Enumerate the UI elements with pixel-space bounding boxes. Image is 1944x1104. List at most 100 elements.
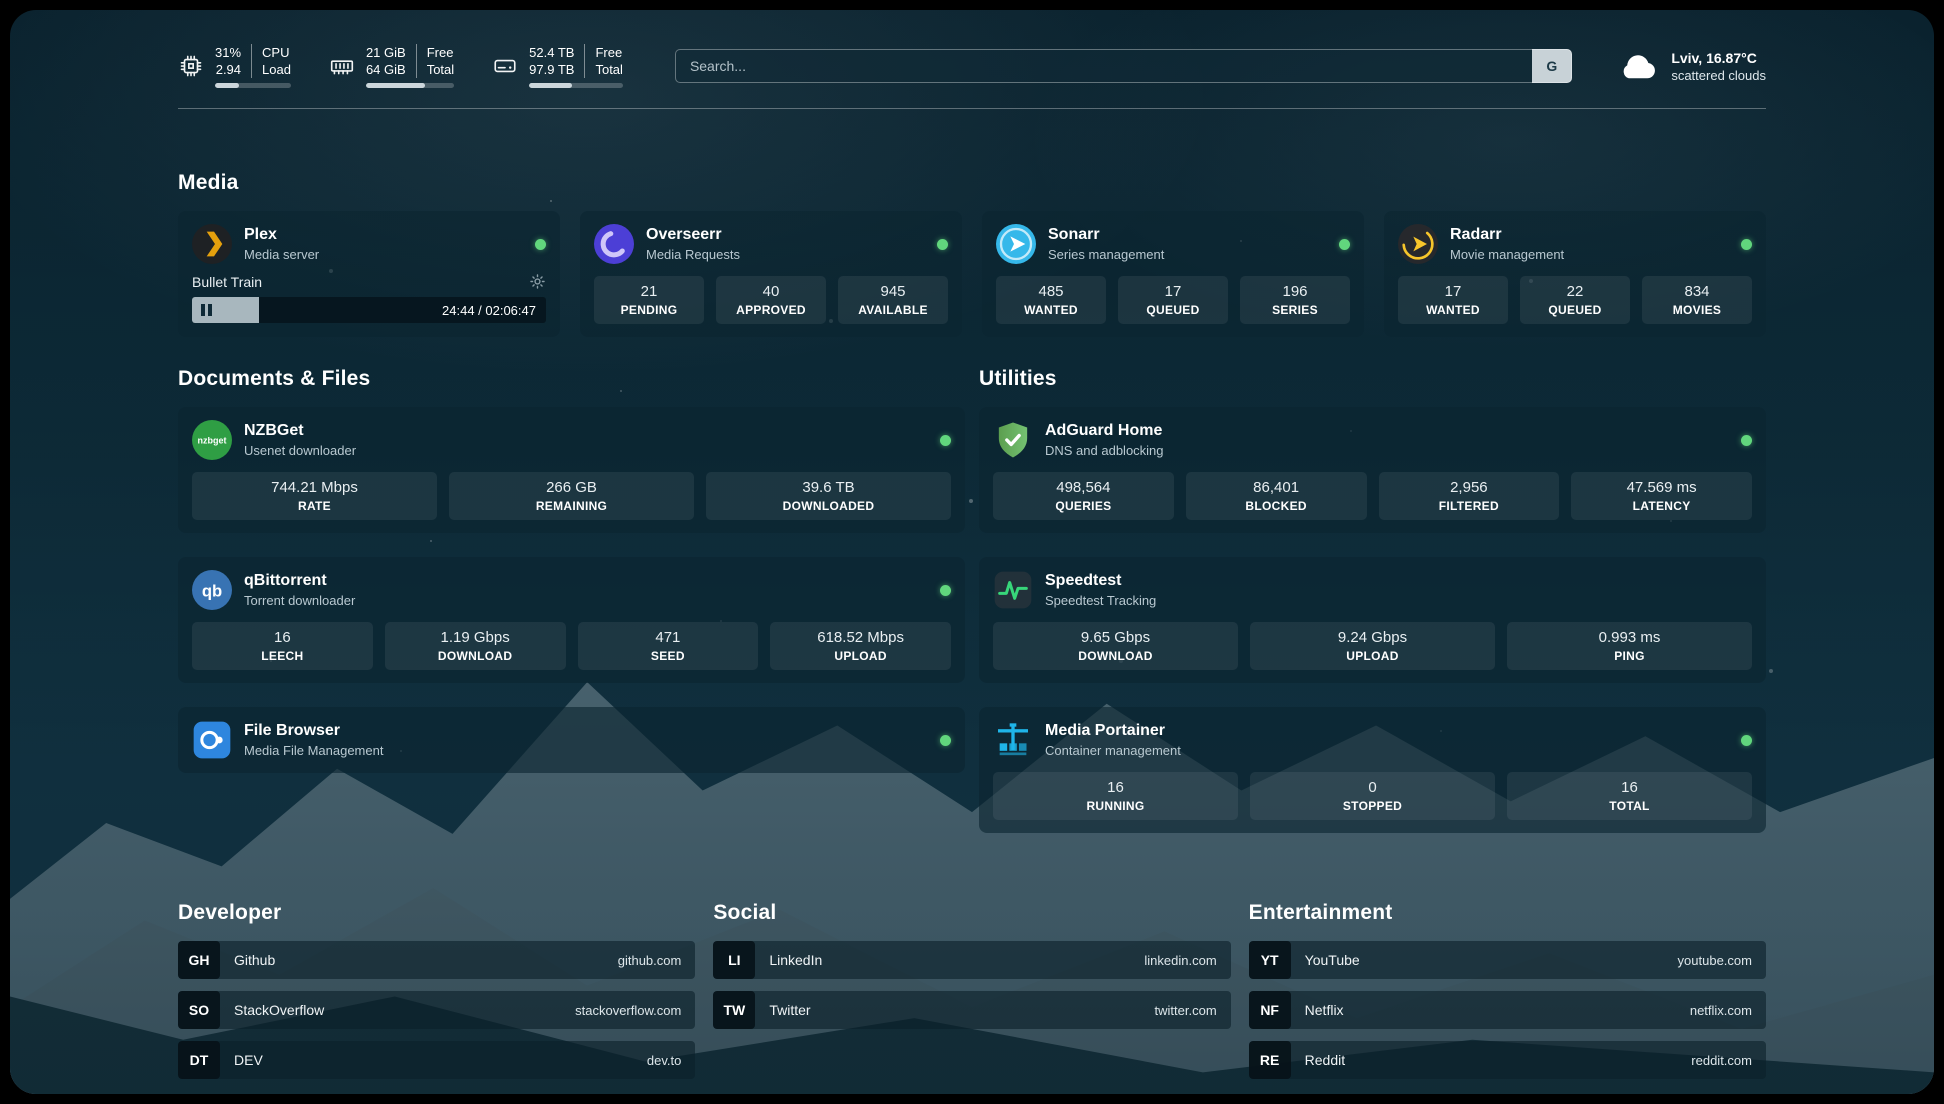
bookmark-abbr: TW <box>713 991 755 1029</box>
cpu-percent: 31% <box>215 44 241 61</box>
stat-pending: 21PENDING <box>594 276 704 324</box>
weather-location: Lviv, 16.87°C <box>1671 50 1766 66</box>
bookmark-stackoverflow[interactable]: SO StackOverflow stackoverflow.com <box>178 991 695 1029</box>
radarr-card[interactable]: Radarr Movie management 17WANTED 22QUEUE… <box>1384 211 1766 337</box>
stat-download: 9.65 GbpsDOWNLOAD <box>993 622 1238 670</box>
adguard-card[interactable]: AdGuard Home DNS and adblocking 498,564Q… <box>979 407 1766 533</box>
search-input[interactable] <box>675 49 1532 83</box>
portainer-card[interactable]: Media Portainer Container management 16R… <box>979 707 1766 833</box>
bookmark-reddit[interactable]: RE Reddit reddit.com <box>1249 1041 1766 1079</box>
nzbget-icon: nzbget <box>192 420 232 460</box>
status-dot <box>1339 239 1350 250</box>
sonarr-icon <box>996 224 1036 264</box>
utilities-column: Utilities AdGuard Home DNS and adblockin… <box>979 367 1766 857</box>
bookmark-url: twitter.com <box>1155 1003 1217 1018</box>
stat-wanted: 485WANTED <box>996 276 1106 324</box>
adguard-shield-icon <box>993 420 1033 460</box>
qbittorrent-card[interactable]: qb qBittorrent Torrent downloader 16LEEC… <box>178 557 965 683</box>
bookmark-dev[interactable]: DT DEV dev.to <box>178 1041 695 1079</box>
playback-time: 24:44 / 02:06:47 <box>442 303 536 318</box>
bookmark-youtube[interactable]: YT YouTube youtube.com <box>1249 941 1766 979</box>
bookmark-netflix[interactable]: NF Netflix netflix.com <box>1249 991 1766 1029</box>
disk-free-label: Free <box>595 44 622 61</box>
stat-downloaded: 39.6 TBDOWNLOADED <box>706 472 951 520</box>
qbittorrent-icon: qb <box>192 570 232 610</box>
bookmark-group-developer: Developer GH Github github.com SO StackO… <box>178 901 695 1091</box>
card-subtitle: Media Requests <box>646 247 740 262</box>
nzbget-card[interactable]: nzbget NZBGet Usenet downloader 744.21 M… <box>178 407 965 533</box>
status-dot <box>1741 435 1752 446</box>
status-dot <box>1741 239 1752 250</box>
status-dot <box>940 735 951 746</box>
bookmark-name: YouTube <box>1305 952 1360 968</box>
speedtest-card[interactable]: Speedtest Speedtest Tracking 9.65 GbpsDO… <box>979 557 1766 683</box>
filebrowser-card[interactable]: File Browser Media File Management <box>178 707 965 773</box>
disk-widget: 52.4 TB 97.9 TB Free Total <box>492 44 623 88</box>
disk-free: 52.4 TB <box>529 44 574 61</box>
speedtest-icon <box>993 570 1033 610</box>
card-subtitle: Movie management <box>1450 247 1564 262</box>
svg-text:qb: qb <box>202 582 222 601</box>
svg-text:nzbget: nzbget <box>198 435 227 445</box>
section-title-documents: Documents & Files <box>178 367 965 391</box>
stat-queued: 17QUEUED <box>1118 276 1228 324</box>
stat-movies: 834MOVIES <box>1642 276 1752 324</box>
bookmark-twitter[interactable]: TW Twitter twitter.com <box>713 991 1230 1029</box>
plex-icon <box>192 224 232 264</box>
documents-column: Documents & Files nzbget NZBGet Usenet d… <box>178 367 965 857</box>
bookmark-abbr: GH <box>178 941 220 979</box>
stat-remaining: 266 GBREMAINING <box>449 472 694 520</box>
bookmark-linkedin[interactable]: LI LinkedIn linkedin.com <box>713 941 1230 979</box>
hard-drive-icon <box>492 53 518 79</box>
section-title-social: Social <box>713 901 1230 925</box>
card-subtitle: Torrent downloader <box>244 593 355 608</box>
radarr-icon <box>1398 224 1438 264</box>
stat-series: 196SERIES <box>1240 276 1350 324</box>
search-bar: G <box>675 49 1572 83</box>
card-title: Speedtest <box>1045 572 1156 590</box>
bookmark-url: youtube.com <box>1678 953 1752 968</box>
stat-latency: 47.569 msLATENCY <box>1571 472 1752 520</box>
bookmark-url: reddit.com <box>1691 1053 1752 1068</box>
section-title-media: Media <box>178 171 1766 195</box>
cpu-label: CPU <box>262 44 291 61</box>
ram-progress-bar <box>366 83 454 88</box>
settings-gear-icon[interactable] <box>529 273 546 290</box>
stat-download: 1.19 GbpsDOWNLOAD <box>385 622 566 670</box>
bookmark-abbr: SO <box>178 991 220 1029</box>
pause-button[interactable] <box>201 304 212 316</box>
bookmark-group-social: Social LI LinkedIn linkedin.com TW Twitt… <box>713 901 1230 1091</box>
portainer-icon <box>993 720 1033 760</box>
sonarr-card[interactable]: Sonarr Series management 485WANTED 17QUE… <box>982 211 1364 337</box>
card-title: File Browser <box>244 722 383 740</box>
card-subtitle: DNS and adblocking <box>1045 443 1164 458</box>
stat-blocked: 86,401BLOCKED <box>1186 472 1367 520</box>
bookmark-url: netflix.com <box>1690 1003 1752 1018</box>
bookmark-name: StackOverflow <box>234 1002 324 1018</box>
stat-total: 16TOTAL <box>1507 772 1752 820</box>
bookmark-name: Github <box>234 952 275 968</box>
card-title: qBittorrent <box>244 572 355 590</box>
bookmark-abbr: YT <box>1249 941 1291 979</box>
section-title-utilities: Utilities <box>979 367 1766 391</box>
cpu-widget: 31% 2.94 CPU Load <box>178 44 291 88</box>
card-title: Sonarr <box>1048 226 1164 244</box>
cpu-load-label: Load <box>262 61 291 78</box>
bookmark-name: LinkedIn <box>769 952 822 968</box>
now-playing-title: Bullet Train <box>192 274 262 290</box>
bookmark-github[interactable]: GH Github github.com <box>178 941 695 979</box>
bookmark-url: linkedin.com <box>1144 953 1216 968</box>
plex-card[interactable]: Plex Media server Bullet Train <box>178 211 560 337</box>
status-dot <box>940 435 951 446</box>
stat-wanted: 17WANTED <box>1398 276 1508 324</box>
card-title: AdGuard Home <box>1045 422 1164 440</box>
search-engine-button[interactable]: G <box>1532 49 1572 83</box>
status-dot <box>1741 735 1752 746</box>
overseerr-card[interactable]: Overseerr Media Requests 21PENDING 40APP… <box>580 211 962 337</box>
bookmark-name: Reddit <box>1305 1052 1345 1068</box>
bookmark-name: Twitter <box>769 1002 810 1018</box>
disk-progress-bar <box>529 83 623 88</box>
card-title: Media Portainer <box>1045 722 1181 740</box>
dashboard-page: 31% 2.94 CPU Load <box>10 10 1934 1094</box>
playback-progress-bar[interactable]: 24:44 / 02:06:47 <box>192 297 546 323</box>
